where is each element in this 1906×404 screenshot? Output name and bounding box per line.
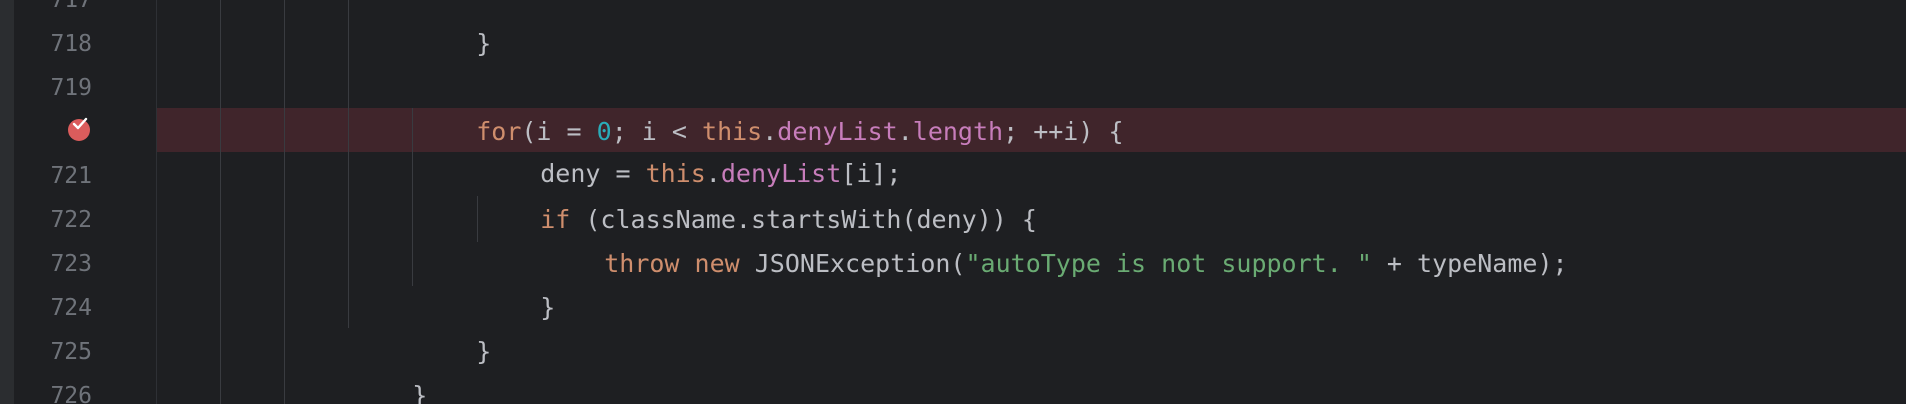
line-number: 723 [50, 251, 92, 277]
code-line[interactable]: } [156, 286, 1906, 366]
code-editor[interactable]: 717 718 719 721 722 723 724 725 726 } fo… [0, 0, 1906, 404]
code-line[interactable]: for(i = 0; i < this.denyList.length; ++i… [156, 66, 1906, 146]
code-line[interactable]: if (className.startsWith(deny)) { [156, 154, 1906, 234]
line-number-gutter[interactable]: 717 718 719 721 722 723 724 725 726 [14, 0, 156, 404]
code-line[interactable]: } [156, 0, 1906, 58]
line-number: 718 [50, 31, 92, 57]
line-number: 719 [50, 75, 92, 101]
line-number: 721 [50, 163, 92, 189]
breakpoint-check-icon[interactable] [68, 117, 90, 141]
line-number: 725 [50, 339, 92, 365]
line-number: 717 [50, 0, 92, 13]
editor-left-strip [0, 0, 14, 404]
line-number: 724 [50, 295, 92, 321]
code-line[interactable]: throw new JSONException("autoType is not… [156, 198, 1906, 278]
code-line[interactable]: } [156, 242, 1906, 322]
code-line-highlighted[interactable]: deny = this.denyList[i]; [156, 108, 1906, 188]
closing-brace: } [412, 381, 428, 404]
line-number: 726 [50, 383, 92, 404]
line-number: 722 [50, 207, 92, 233]
closing-brace: } [476, 29, 492, 58]
code-line[interactable]: } [156, 330, 1906, 404]
